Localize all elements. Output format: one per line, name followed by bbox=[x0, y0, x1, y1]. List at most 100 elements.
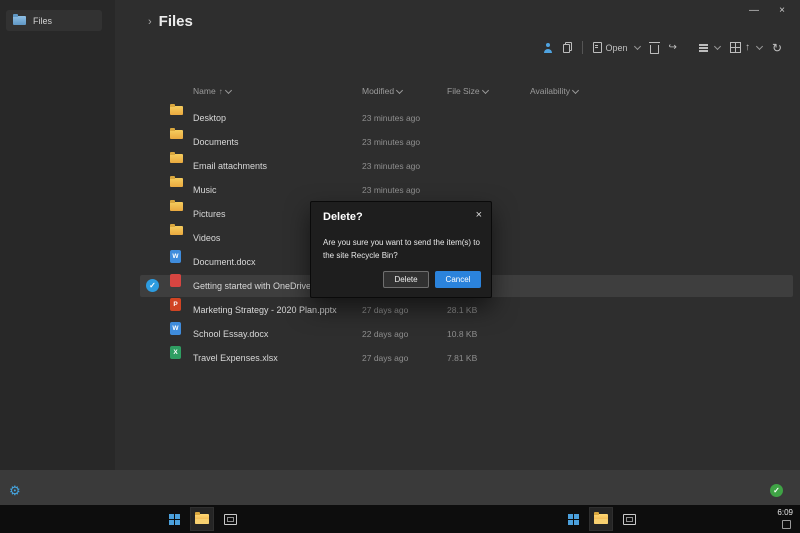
copy-button[interactable] bbox=[562, 42, 572, 53]
column-header-modified[interactable]: Modified bbox=[362, 86, 404, 96]
file-badge: W bbox=[172, 325, 179, 332]
file-name: Music bbox=[193, 185, 217, 195]
table-row[interactable]: ✓ Music 23 minutes ago bbox=[115, 176, 800, 202]
dialog-buttons: Delete Cancel bbox=[383, 271, 481, 288]
file-name: Documents bbox=[193, 137, 239, 147]
file-availability bbox=[530, 346, 610, 370]
shortcut-button[interactable]: ↪ bbox=[668, 41, 677, 53]
file-explorer-button[interactable] bbox=[190, 507, 214, 531]
settings-gear-icon[interactable]: ⚙ bbox=[9, 483, 21, 499]
file-modified: 27 days ago bbox=[362, 305, 409, 315]
close-icon[interactable]: × bbox=[774, 3, 790, 17]
file-availability bbox=[530, 202, 610, 226]
folder-icon bbox=[170, 152, 183, 163]
trash-icon bbox=[648, 41, 660, 54]
delete-confirmation-dialog: Delete? × Are you sure you want to send … bbox=[310, 201, 492, 298]
file-badge: X bbox=[173, 349, 178, 356]
taskbar: 6:09 bbox=[0, 505, 800, 533]
taskbar-clock[interactable]: 6:09 bbox=[777, 508, 793, 529]
open-label: Open bbox=[605, 42, 628, 53]
chevron-down-icon bbox=[713, 42, 721, 51]
folder-icon bbox=[170, 200, 183, 211]
table-row[interactable]: ✓ P Marketing Strategy - 2020 Plan.pptx … bbox=[115, 298, 800, 322]
sync-status-check-icon[interactable]: ✓ bbox=[770, 484, 783, 497]
table-row[interactable]: ✓ X Travel Expenses.xlsx 27 days ago 7.8… bbox=[115, 346, 800, 370]
row-selected-check-icon[interactable]: ✓ bbox=[146, 279, 159, 292]
file-availability bbox=[530, 250, 610, 274]
file-availability bbox=[530, 274, 610, 298]
task-view-button[interactable] bbox=[618, 508, 640, 530]
table-row[interactable]: ✓ Documents 23 minutes ago bbox=[115, 128, 800, 154]
table-row[interactable]: ✓ W School Essay.docx 22 days ago 10.8 K… bbox=[115, 322, 800, 346]
column-header-name[interactable]: Name ↑ bbox=[193, 86, 232, 96]
file-availability bbox=[530, 106, 610, 130]
file-size: 28.1 KB bbox=[447, 305, 478, 315]
file-size: 10.8 KB bbox=[447, 329, 478, 339]
folder-icon bbox=[170, 176, 183, 187]
view-options-button[interactable]: ↑ bbox=[729, 41, 763, 53]
file-name: Email attachments bbox=[193, 161, 268, 171]
file-availability bbox=[530, 298, 610, 322]
file-name: Marketing Strategy - 2020 Plan.pptx bbox=[193, 305, 337, 315]
word-file-icon: W bbox=[170, 322, 181, 335]
sort-direction-icon: ↑ bbox=[744, 41, 750, 53]
files-folder-icon bbox=[13, 14, 26, 25]
word-file-icon: W bbox=[170, 250, 181, 263]
start-button[interactable] bbox=[562, 508, 584, 530]
task-view-button[interactable] bbox=[219, 508, 241, 530]
dialog-title: Delete? bbox=[323, 211, 363, 223]
refresh-button[interactable]: ↻ bbox=[772, 42, 782, 54]
tray-icon bbox=[782, 520, 791, 529]
windows-logo-icon bbox=[168, 513, 180, 525]
breadcrumb-chevron-icon[interactable]: › bbox=[148, 16, 152, 28]
file-modified: 22 days ago bbox=[362, 329, 409, 339]
column-header-file-size[interactable]: File Size bbox=[447, 86, 489, 96]
file-badge: P bbox=[173, 301, 178, 308]
file-availability bbox=[530, 130, 610, 154]
person-icon bbox=[544, 42, 553, 53]
file-name: Travel Expenses.xlsx bbox=[193, 353, 278, 363]
explorer-folder-icon bbox=[195, 512, 209, 524]
column-label: Modified bbox=[362, 86, 395, 96]
shortcut-icon: ↪ bbox=[668, 41, 677, 53]
file-availability bbox=[530, 178, 610, 202]
folder-icon bbox=[170, 104, 183, 115]
share-button[interactable] bbox=[544, 42, 553, 53]
table-header: Name ↑ Modified File Size Availability bbox=[115, 86, 800, 104]
file-availability bbox=[530, 322, 610, 346]
page-title: Files bbox=[158, 13, 193, 30]
table-row[interactable]: ✓ Email attachments 23 minutes ago bbox=[115, 152, 800, 178]
file-size bbox=[447, 106, 517, 130]
copy-icon bbox=[562, 42, 572, 53]
dialog-close-icon[interactable]: × bbox=[476, 209, 482, 221]
breadcrumb: › Files bbox=[148, 13, 193, 30]
cancel-button[interactable]: Cancel bbox=[435, 271, 481, 288]
file-badge: W bbox=[172, 253, 179, 260]
sort-lines-icon bbox=[698, 43, 708, 46]
excel-file-icon: X bbox=[170, 346, 181, 359]
minimize-icon[interactable]: — bbox=[746, 3, 762, 17]
file-availability bbox=[530, 154, 610, 178]
open-button[interactable]: Open bbox=[592, 42, 641, 53]
delete-confirm-button[interactable]: Delete bbox=[383, 271, 429, 288]
column-header-availability[interactable]: Availability bbox=[530, 86, 580, 96]
file-size bbox=[447, 130, 517, 154]
table-row[interactable]: ✓ Desktop 23 minutes ago bbox=[115, 104, 800, 130]
file-modified: 23 minutes ago bbox=[362, 185, 421, 195]
folder-icon bbox=[170, 128, 183, 139]
sidebar-item-files[interactable]: Files bbox=[6, 10, 102, 31]
sort-button[interactable] bbox=[698, 42, 721, 52]
chevron-down-icon bbox=[633, 42, 641, 51]
file-explorer-button[interactable] bbox=[589, 507, 613, 531]
file-modified: 23 minutes ago bbox=[362, 137, 421, 147]
refresh-icon: ↻ bbox=[771, 40, 782, 55]
sidebar: Files bbox=[0, 0, 115, 505]
powerpoint-file-icon: P bbox=[170, 298, 181, 311]
column-label: Name bbox=[193, 86, 216, 96]
task-view-icon bbox=[622, 513, 636, 525]
window-controls: — × bbox=[746, 3, 790, 17]
delete-button[interactable] bbox=[648, 41, 660, 54]
start-button[interactable] bbox=[163, 508, 185, 530]
chevron-down-icon bbox=[755, 42, 763, 51]
pdf-file-icon bbox=[170, 274, 181, 287]
